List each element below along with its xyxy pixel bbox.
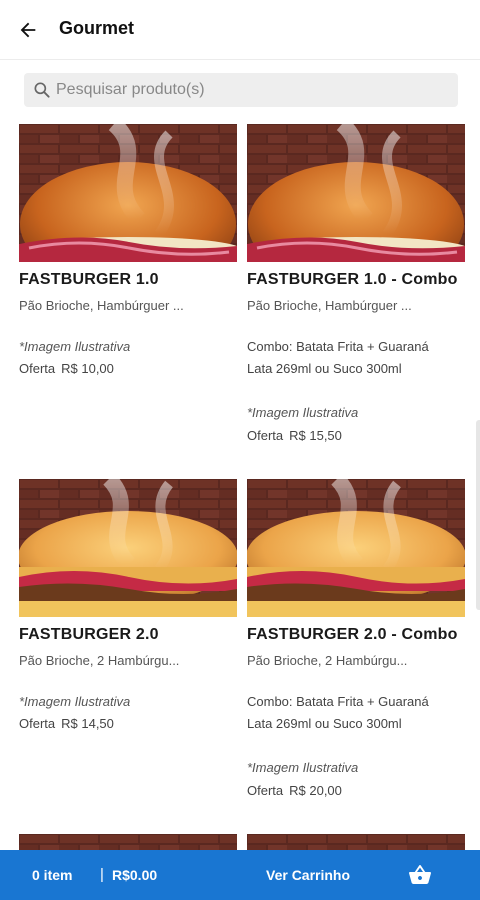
product-image — [247, 479, 465, 617]
view-cart-button[interactable]: Ver Carrinho — [266, 867, 350, 883]
product-price-row: Oferta R$ 14,50 — [19, 716, 114, 731]
scroll-indicator[interactable] — [476, 420, 480, 610]
product-note: *Imagem Ilustrativa — [247, 405, 359, 420]
price-label: Oferta — [247, 428, 284, 443]
combo-line: Lata 269ml ou Suco 300ml — [247, 716, 402, 731]
product-name: FASTBURGER 1.0 - Combo — [247, 271, 458, 288]
product-card[interactable]: FASTBURGER 2.0 - Combo Pão Brioche, 2 Ha… — [247, 479, 465, 798]
search-icon — [34, 82, 50, 98]
product-name: FASTBURGER 2.0 — [19, 626, 159, 643]
product-image-partial — [247, 834, 465, 850]
product-description: Pão Brioche, Hambúrguer ... — [19, 298, 184, 313]
app-bar: Gourmet — [0, 0, 480, 60]
cart-bar[interactable]: 0 item | R$0.00 Ver Carrinho — [0, 850, 480, 900]
product-image — [19, 479, 237, 617]
product-note: *Imagem Ilustrativa — [19, 694, 131, 709]
search-bar[interactable] — [24, 73, 458, 107]
product-price: R$ 15,50 — [289, 428, 342, 443]
product-price-row: Oferta R$ 15,50 — [247, 428, 342, 443]
product-description: Pão Brioche, 2 Hambúrgu... — [247, 653, 408, 668]
product-name: FASTBURGER 2.0 - Combo — [247, 626, 458, 643]
product-image-partial — [19, 834, 237, 850]
search-input[interactable] — [56, 81, 436, 99]
basket-icon[interactable] — [408, 863, 432, 887]
product-price-row: Oferta R$ 10,00 — [19, 361, 114, 376]
product-card[interactable]: FASTBURGER 2.0 Pão Brioche, 2 Hambúrgu..… — [19, 479, 237, 731]
combo-line: Lata 269ml ou Suco 300ml — [247, 361, 402, 376]
product-description: Pão Brioche, Hambúrguer ... — [247, 298, 412, 313]
product-image — [19, 124, 237, 262]
price-label: Oferta — [247, 783, 284, 798]
cart-total: R$0.00 — [112, 867, 158, 883]
combo-line: Combo: Batata Frita + Guaraná — [247, 339, 429, 354]
product-card[interactable]: FASTBURGER 1.0 - Combo Pão Brioche, Hamb… — [247, 124, 465, 443]
product-image — [247, 124, 465, 262]
price-label: Oferta — [19, 716, 56, 731]
combo-line: Combo: Batata Frita + Guaraná — [247, 694, 429, 709]
product-description: Pão Brioche, 2 Hambúrgu... — [19, 653, 180, 668]
product-price-row: Oferta R$ 20,00 — [247, 783, 342, 798]
price-label: Oferta — [19, 361, 56, 376]
cart-item-count: 0 item — [32, 867, 73, 883]
product-name: FASTBURGER 1.0 — [19, 271, 159, 288]
back-button[interactable] — [14, 16, 42, 44]
arrow-left-icon — [20, 22, 36, 38]
product-note: *Imagem Ilustrativa — [247, 760, 359, 775]
product-price: R$ 20,00 — [289, 783, 342, 798]
product-card[interactable]: FASTBURGER 1.0 Pão Brioche, Hambúrguer .… — [19, 124, 237, 376]
page-title: Gourmet — [59, 18, 135, 38]
product-price: R$ 10,00 — [61, 361, 114, 376]
cart-separator: | — [100, 866, 104, 883]
product-note: *Imagem Ilustrativa — [19, 339, 131, 354]
product-price: R$ 14,50 — [61, 716, 114, 731]
